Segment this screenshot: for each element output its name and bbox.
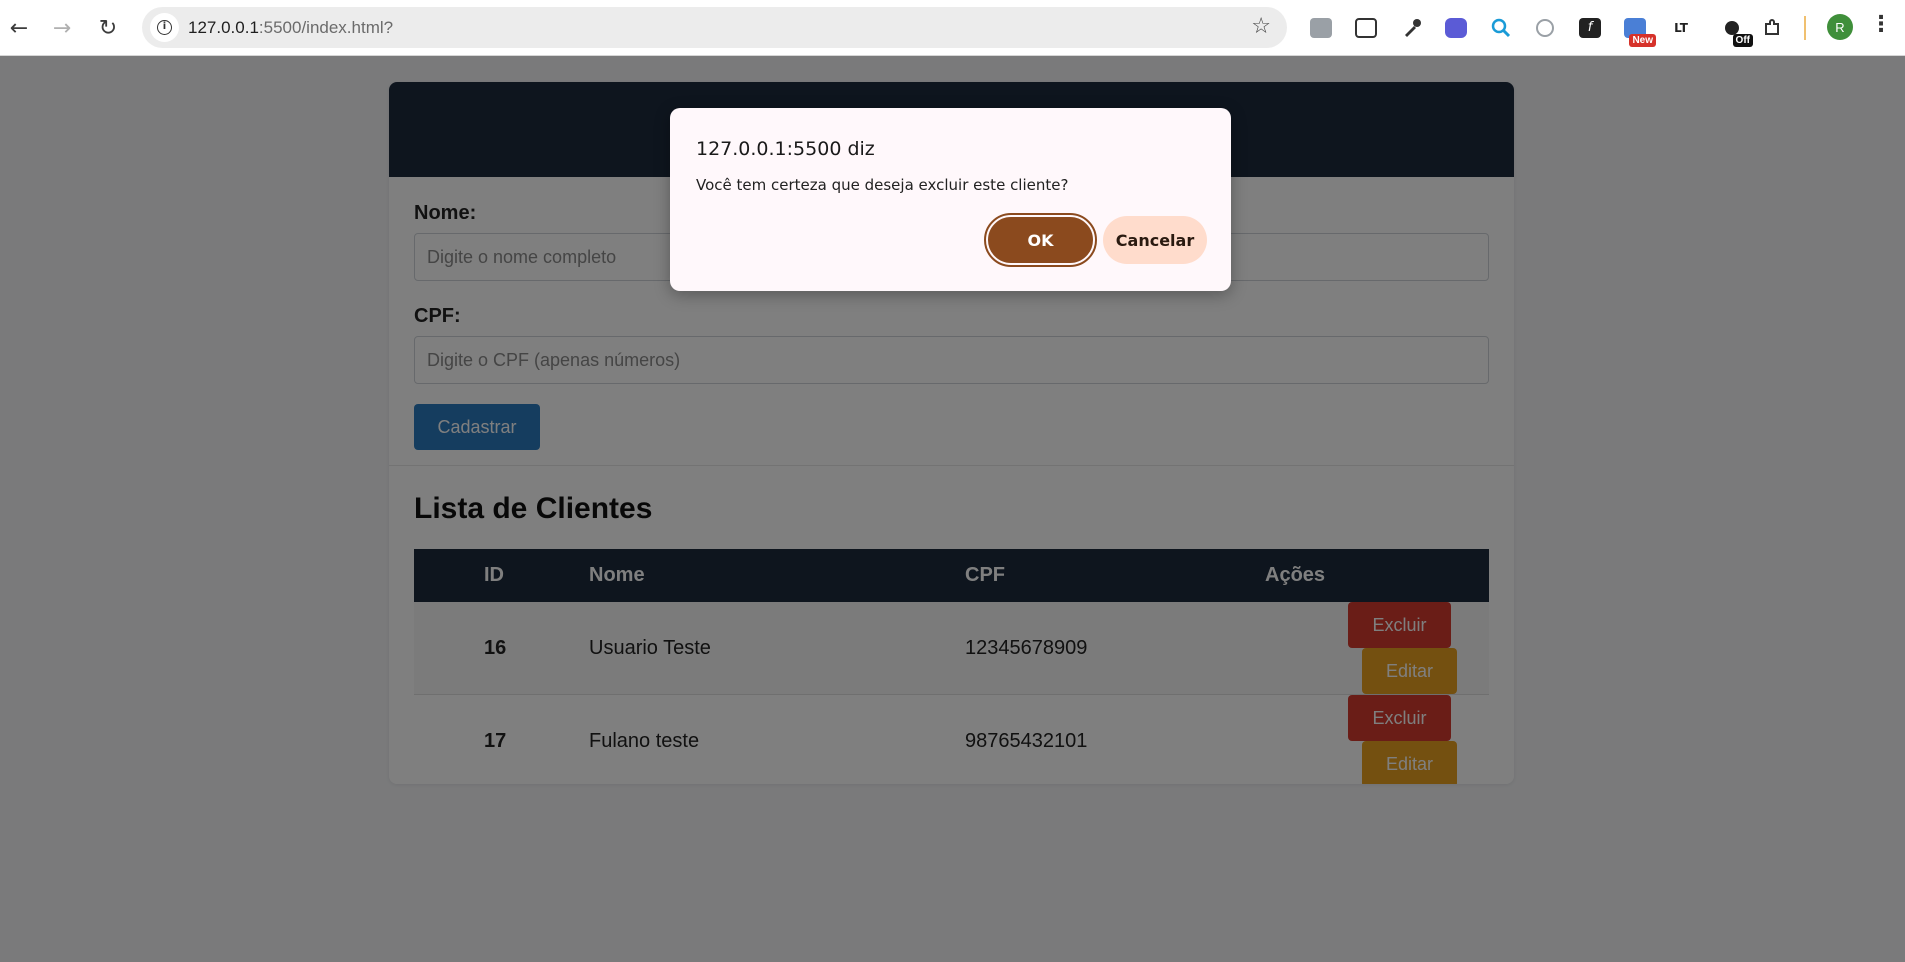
color-picker-extension-icon[interactable] — [1397, 13, 1427, 43]
dialog-ok-button[interactable]: OK — [984, 213, 1097, 267]
reload-icon[interactable]: ↻ — [92, 12, 124, 44]
page-viewport: Nome: CPF: Cadastrar Lista de Clientes I… — [0, 56, 1905, 962]
profile-avatar[interactable]: R — [1827, 14, 1853, 40]
browser-toolbar: ← → ↻ i 127.0.0.1:5500/index.html? ☆ f N… — [0, 0, 1905, 56]
toolbar-divider — [1804, 16, 1806, 40]
devtools-extension-icon[interactable] — [1306, 13, 1336, 43]
lt-extension-icon[interactable]: LT — [1666, 13, 1696, 43]
new-badge: New — [1629, 34, 1656, 47]
dialog-title: 127.0.0.1:5500 diz — [696, 138, 875, 160]
browser-menu-icon[interactable]: ⋮ — [1870, 12, 1892, 37]
url-host: 127.0.0.1 — [188, 18, 259, 37]
magnifier-extension-icon[interactable] — [1486, 13, 1516, 43]
off-extension-icon[interactable]: Off — [1717, 13, 1753, 47]
url-text[interactable]: 127.0.0.1:5500/index.html? — [188, 18, 393, 38]
address-bar[interactable]: i 127.0.0.1:5500/index.html? ☆ — [142, 7, 1287, 48]
new-extension-icon[interactable]: New — [1620, 13, 1656, 47]
font-extension-icon[interactable]: f — [1575, 13, 1605, 43]
bookmark-star-icon[interactable]: ☆ — [1251, 14, 1271, 39]
compass-extension-icon[interactable] — [1530, 13, 1560, 43]
dialog-cancel-button[interactable]: Cancelar — [1103, 216, 1207, 264]
back-icon[interactable]: ← — [3, 12, 35, 44]
confirm-dialog: 127.0.0.1:5500 diz Você tem certeza que … — [670, 108, 1231, 291]
url-path: :5500/index.html? — [258, 18, 394, 37]
off-badge: Off — [1732, 34, 1753, 47]
forward-icon[interactable]: → — [46, 12, 78, 44]
site-info-icon[interactable]: i — [150, 13, 179, 42]
extensions-puzzle-icon[interactable] — [1757, 13, 1787, 43]
dialog-message: Você tem certeza que deseja excluir este… — [696, 176, 1069, 194]
screenshot-extension-icon[interactable] — [1351, 13, 1381, 43]
snowflake-extension-icon[interactable] — [1441, 13, 1471, 43]
